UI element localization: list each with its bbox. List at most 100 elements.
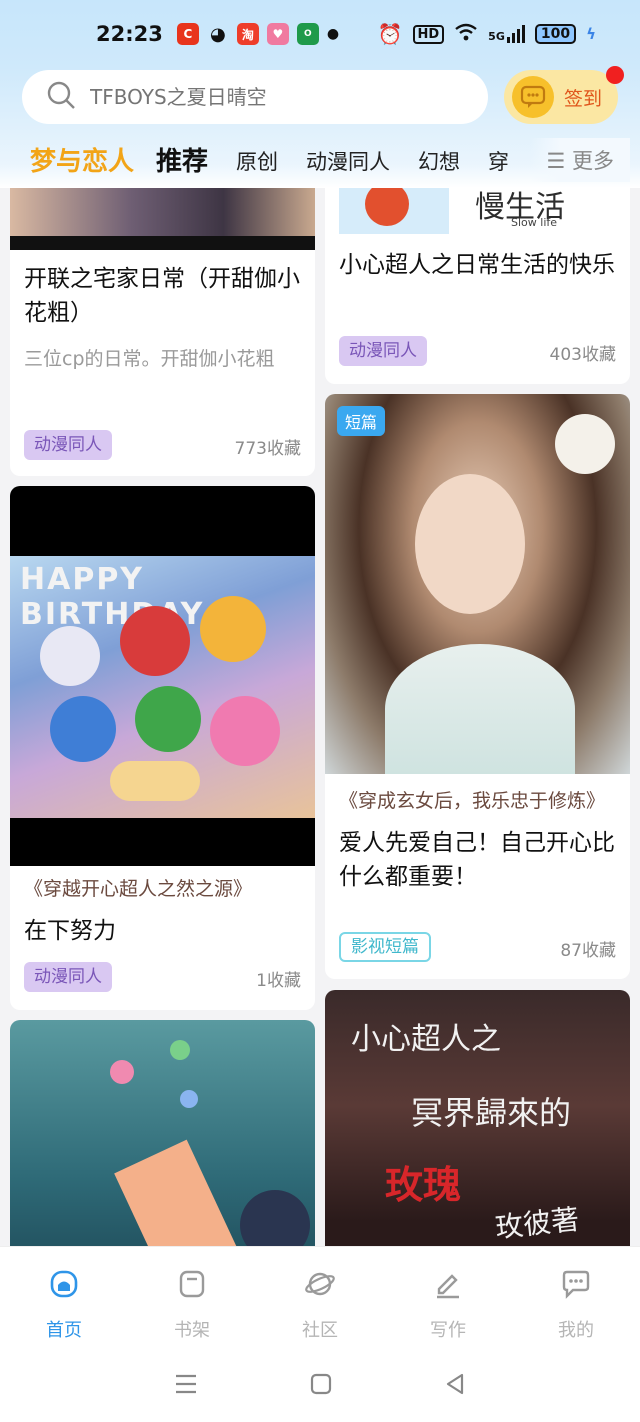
nav-write[interactable]: 写作 xyxy=(384,1247,512,1350)
book-cover xyxy=(10,1020,315,1246)
book-feed: 开联之宅家日常（开甜伽小花粗） 三位cp的日常。开甜伽小花粗 动漫同人 773收… xyxy=(0,188,640,1246)
cover-flower xyxy=(170,1040,190,1060)
nav-profile[interactable]: 我的 xyxy=(512,1247,640,1350)
book-title: 在下努力 xyxy=(24,918,116,944)
tab-time-travel[interactable]: 穿 xyxy=(488,142,509,182)
nav-write-label: 写作 xyxy=(430,1320,466,1341)
signin-label: 签到 xyxy=(564,87,603,110)
oppo-icon: O xyxy=(296,23,319,45)
nav-profile-label: 我的 xyxy=(558,1320,594,1341)
system-navigation-bar xyxy=(0,1350,640,1422)
book-cover: HAPPY BIRTHDAY xyxy=(10,486,315,866)
book-quote: 《穿越开心超人之然之源》 xyxy=(24,878,253,900)
book-title: 爱人先爱自己！自己开心比什么都重要！ xyxy=(339,830,615,890)
nav-bookshelf[interactable]: 书架 xyxy=(128,1247,256,1350)
chat-bubble-icon xyxy=(560,1269,592,1304)
cover-ribbon xyxy=(114,1139,246,1246)
charging-icon: ϟ xyxy=(586,25,596,43)
tab-dream-lover[interactable]: 梦与恋人 xyxy=(30,142,134,182)
cover-author: 玫彼著 xyxy=(493,1202,581,1245)
tab-anime-fanfic[interactable]: 动漫同人 xyxy=(306,142,390,182)
more-tabs-button[interactable]: ☰ 更多 xyxy=(530,138,630,182)
cover-character xyxy=(135,686,201,752)
book-cover: 慢生活 Slow life xyxy=(325,188,630,234)
status-time: 22:23 xyxy=(96,22,163,46)
search-icon xyxy=(46,80,76,114)
cover-character xyxy=(200,596,266,662)
status-bar: 22:23 C ◕ 淘 ♥ O ● ⏰ HD 5G 100 ϟ xyxy=(0,0,640,68)
notification-icons: C ◕ 淘 ♥ O ● xyxy=(176,23,340,45)
book-card[interactable]: 开联之宅家日常（开甜伽小花粗） 三位cp的日常。开甜伽小花粗 动漫同人 773收… xyxy=(10,188,315,476)
search-bar[interactable] xyxy=(22,70,488,124)
notification-dot xyxy=(606,66,624,84)
back-triangle-icon[interactable] xyxy=(443,1372,467,1400)
book-tag[interactable]: 动漫同人 xyxy=(24,962,112,992)
cover-cake xyxy=(110,761,200,801)
wifi-icon xyxy=(454,23,478,45)
cover-character xyxy=(40,626,100,686)
short-story-badge: 短篇 xyxy=(337,406,386,436)
signin-button[interactable]: 签到 xyxy=(504,66,624,124)
menu-icon[interactable] xyxy=(173,1372,199,1400)
signal-icon: 5G xyxy=(488,25,525,43)
nav-community[interactable]: 社区 xyxy=(256,1247,384,1350)
cover-subtitle: Slow life xyxy=(511,216,558,229)
cover-face xyxy=(415,474,525,614)
taobao-icon: 淘 xyxy=(236,23,259,45)
book-title: 小心超人之日常生活的快乐 xyxy=(339,252,615,278)
book-card[interactable]: 小心超人之 冥界歸來的 玫瑰 玫彼著 xyxy=(325,990,630,1246)
book-title: 开联之宅家日常（开甜伽小花粗） xyxy=(24,266,300,326)
shopping-app-icon: C xyxy=(176,23,199,45)
category-tabs: 梦与恋人 推荐 原创 动漫同人 幻想 穿 ☰ 更多 xyxy=(30,138,630,182)
network-type: 5G xyxy=(488,30,505,43)
battery-icon: 100 xyxy=(534,24,577,44)
cover-flower xyxy=(555,414,615,474)
cover-character xyxy=(210,696,280,766)
nav-home[interactable]: 首页 xyxy=(0,1247,128,1350)
cover-flower xyxy=(180,1090,198,1108)
cover-character xyxy=(50,696,116,762)
cover-dress xyxy=(385,644,575,774)
nav-community-label: 社区 xyxy=(302,1320,338,1341)
book-card[interactable]: 短篇 《穿成玄女后，我乐忠于修炼》 爱人先爱自己！自己开心比什么都重要！ 影视短… xyxy=(325,394,630,979)
signin-coin-icon xyxy=(512,76,554,118)
tab-fantasy[interactable]: 幻想 xyxy=(418,142,460,182)
header: 签到 梦与恋人 推荐 原创 动漫同人 幻想 穿 ☰ 更多 xyxy=(0,66,640,188)
book-cover: 短篇 xyxy=(325,394,630,774)
book-tag[interactable]: 动漫同人 xyxy=(24,430,112,460)
home-icon xyxy=(49,1269,79,1304)
book-tag[interactable]: 动漫同人 xyxy=(339,336,427,366)
app-icon: ♥ xyxy=(266,23,289,45)
book-card[interactable]: HAPPY BIRTHDAY 《穿越开心超人之然之源》 在下努力 动漫同人 1收… xyxy=(10,486,315,1010)
book-tag[interactable]: 影视短篇 xyxy=(339,932,431,962)
more-dot-icon: ● xyxy=(326,26,340,42)
search-input[interactable] xyxy=(90,85,450,109)
home-square-icon[interactable] xyxy=(309,1372,333,1400)
tab-original[interactable]: 原创 xyxy=(236,142,278,182)
pen-icon xyxy=(433,1269,463,1304)
book-cover: 小心超人之 冥界歸來的 玫瑰 玫彼著 xyxy=(325,990,630,1246)
cover-line: 小心超人之 xyxy=(351,1022,501,1057)
book-description: 三位cp的日常。开甜伽小花粗 xyxy=(24,348,275,370)
bottom-navigation: 首页 书架 社区 写作 我的 xyxy=(0,1246,640,1350)
nav-bookshelf-label: 书架 xyxy=(174,1320,210,1341)
hd-icon: HD xyxy=(412,24,445,44)
cover-flower xyxy=(110,1060,134,1084)
wechat-icon: ◕ xyxy=(210,23,226,45)
favorite-count: 403收藏 xyxy=(549,345,616,365)
book-card[interactable] xyxy=(10,1020,315,1246)
book-quote: 《穿成玄女后，我乐忠于修炼》 xyxy=(339,790,606,812)
planet-icon xyxy=(304,1269,336,1304)
cover-character xyxy=(120,606,190,676)
alarm-icon: ⏰ xyxy=(377,22,403,46)
cover-line: 冥界歸來的 xyxy=(411,1094,572,1132)
tab-recommend[interactable]: 推荐 xyxy=(156,142,208,182)
cover-character xyxy=(240,1190,310,1246)
book-card[interactable]: 慢生活 Slow life 小心超人之日常生活的快乐 动漫同人 403收藏 xyxy=(325,188,630,384)
favorite-count: 773收藏 xyxy=(234,439,301,459)
nav-home-label: 首页 xyxy=(46,1320,82,1341)
cover-line: 玫瑰 xyxy=(385,1162,462,1207)
favorite-count: 1收藏 xyxy=(256,971,301,991)
book-cover xyxy=(10,188,315,250)
favorite-count: 87收藏 xyxy=(560,941,616,961)
